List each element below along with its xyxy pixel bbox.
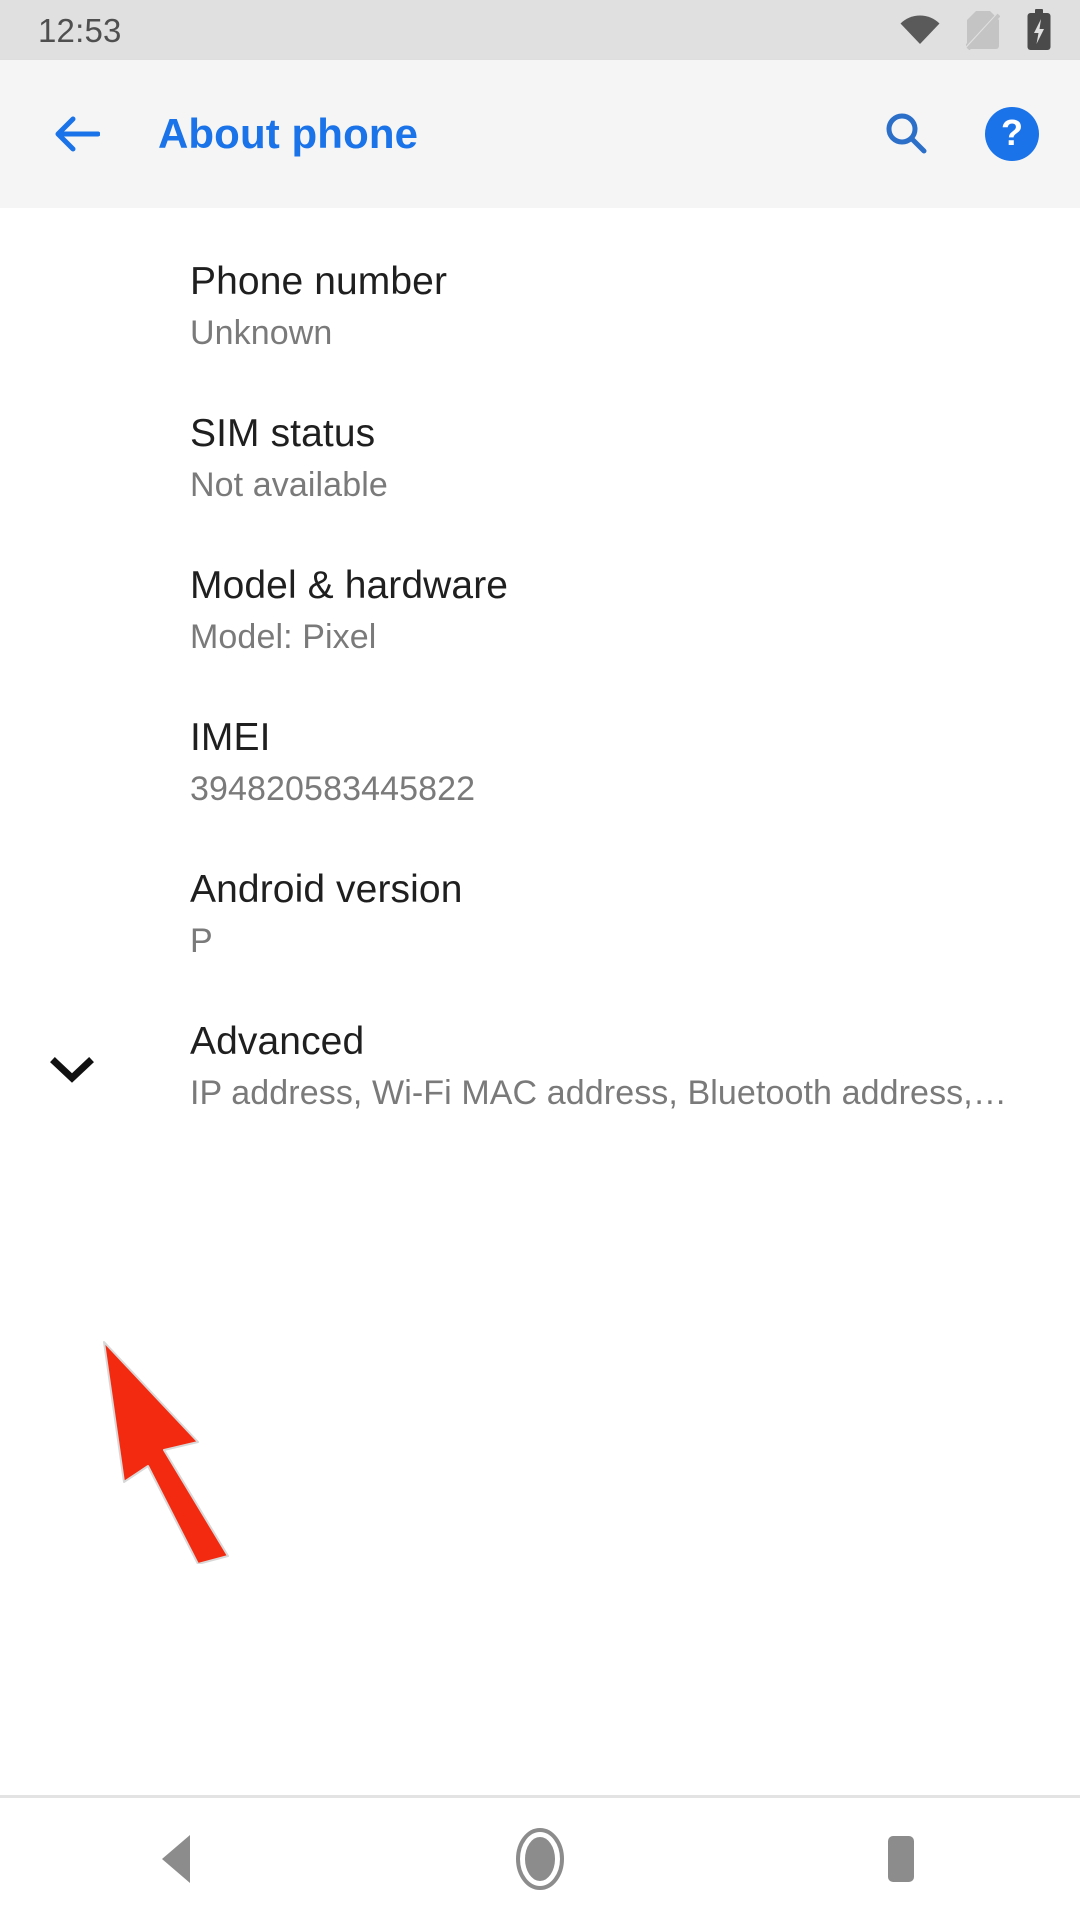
list-item-title: Model & hardware xyxy=(190,564,509,607)
app-bar: About phone ? xyxy=(0,60,1080,208)
status-bar-icons xyxy=(900,9,1052,51)
list-item-sim-status[interactable]: SIM status Not available xyxy=(0,386,1080,538)
back-button[interactable] xyxy=(40,98,112,170)
list-item-title: Advanced xyxy=(190,1020,365,1063)
list-item-title: SIM status xyxy=(190,412,376,455)
arrow-left-icon xyxy=(55,116,100,152)
list-item-summary: Unknown xyxy=(190,313,333,352)
list-item-title: Phone number xyxy=(190,260,448,303)
settings-list: Phone number Unknown SIM status Not avai… xyxy=(0,208,1080,1795)
chevron-down-icon[interactable] xyxy=(42,1040,102,1100)
list-item-model-and-hardware[interactable]: Model & hardware Model: Pixel xyxy=(0,538,1080,690)
nav-recents-button[interactable] xyxy=(825,1809,975,1909)
no-sim-icon xyxy=(966,10,1000,50)
row-text: IMEI 394820583445822 xyxy=(190,716,1040,808)
row-text: SIM status Not available xyxy=(190,412,1040,504)
row-text: Android version P xyxy=(190,868,1040,960)
help-icon: ? xyxy=(985,107,1039,161)
app-bar-actions: ? xyxy=(874,102,1044,166)
page-title: About phone xyxy=(158,110,419,157)
status-bar-clock: 12:53 xyxy=(38,11,122,49)
list-item-title: Android version xyxy=(190,868,463,911)
list-item-summary: P xyxy=(190,921,213,960)
triangle-back-icon xyxy=(162,1835,190,1883)
wifi-icon xyxy=(900,15,940,45)
square-recents-icon xyxy=(888,1836,914,1882)
row-text: Advanced IP address, Wi-Fi MAC address, … xyxy=(190,1020,1040,1112)
list-item-phone-number[interactable]: Phone number Unknown xyxy=(0,234,1080,386)
list-item-advanced[interactable]: Advanced IP address, Wi-Fi MAC address, … xyxy=(0,994,1080,1146)
nav-back-button[interactable] xyxy=(105,1809,255,1909)
list-item-summary: 394820583445822 xyxy=(190,769,476,808)
row-text: Phone number Unknown xyxy=(190,260,1040,352)
search-button[interactable] xyxy=(874,102,938,166)
nav-home-button[interactable] xyxy=(465,1809,615,1909)
help-button[interactable]: ? xyxy=(980,102,1044,166)
list-item-title: IMEI xyxy=(190,716,271,759)
battery-charging-icon xyxy=(1026,9,1052,51)
search-icon xyxy=(886,113,927,154)
list-item-android-version[interactable]: Android version P xyxy=(0,842,1080,994)
list-item-summary: IP address, Wi-Fi MAC address, Bluetooth… xyxy=(190,1073,1007,1112)
circle-home-icon xyxy=(516,1828,564,1890)
list-item-summary: Model: Pixel xyxy=(190,617,377,656)
row-text: Model & hardware Model: Pixel xyxy=(190,564,1040,656)
list-item-imei[interactable]: IMEI 394820583445822 xyxy=(0,690,1080,842)
status-bar: 12:53 xyxy=(0,0,1080,60)
system-navigation-bar xyxy=(0,1795,1080,1920)
android-settings-screen: 12:53 About phone ? Phone number Unknown… xyxy=(0,0,1080,1920)
list-item-summary: Not available xyxy=(190,465,388,504)
